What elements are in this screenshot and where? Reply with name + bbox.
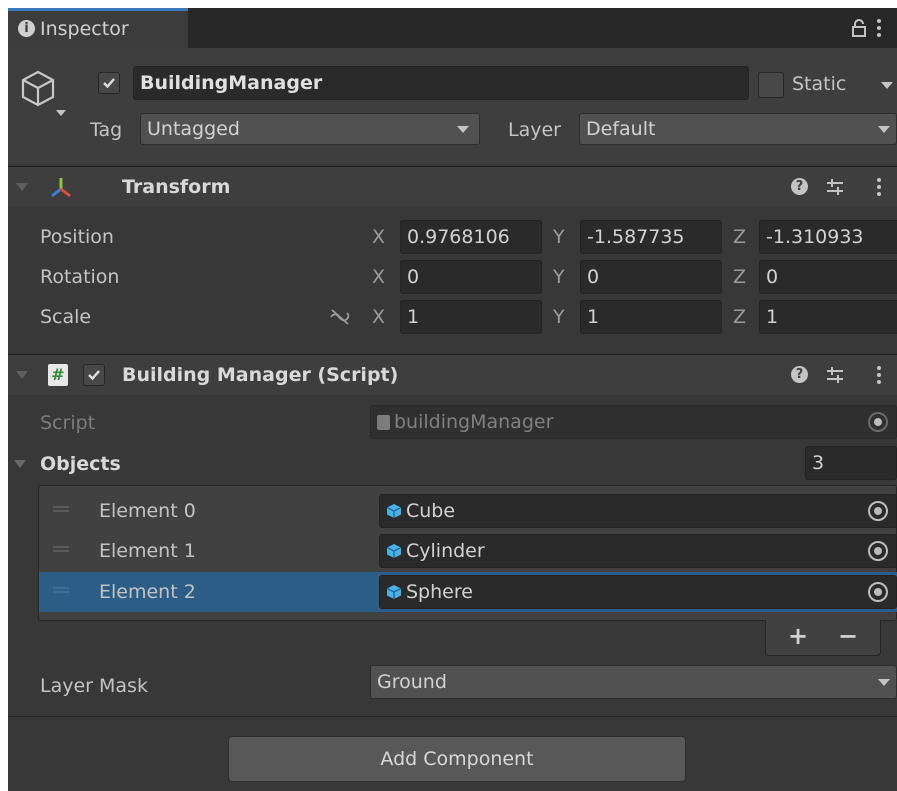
building-manager-header[interactable]: # Building Manager (Script) ? [8, 354, 897, 395]
static-label: Static [792, 73, 847, 95]
layer-mask-label: Layer Mask [40, 675, 148, 697]
transform-axes-icon [51, 178, 71, 198]
object-picker-icon[interactable] [868, 501, 888, 521]
scale-x-input[interactable]: 1 [400, 300, 542, 334]
presets-icon[interactable] [825, 177, 845, 197]
objects-label[interactable]: Objects [40, 452, 121, 476]
context-menu-icon[interactable] [876, 177, 882, 197]
scale-z-input[interactable]: 1 [759, 300, 897, 334]
tab-menu-icon[interactable] [876, 18, 882, 38]
position-x-input[interactable]: 0.9768106 [400, 220, 542, 254]
presets-icon[interactable] [825, 365, 845, 385]
element-object-field[interactable]: Sphere [379, 575, 897, 609]
tab-title: Inspector [40, 18, 129, 40]
cs-script-icon [377, 415, 390, 430]
prefab-cube-icon [386, 544, 402, 558]
objects-size-input[interactable]: 3 [805, 446, 897, 480]
drag-handle-icon[interactable] [53, 546, 69, 552]
add-element-button[interactable]: + [788, 622, 808, 650]
tag-dropdown[interactable]: Untagged [140, 113, 480, 145]
element-label: Element 1 [99, 540, 196, 562]
scale-z-label[interactable]: Z [733, 300, 746, 334]
rotation-z-label[interactable]: Z [733, 260, 746, 294]
static-checkbox[interactable] [758, 72, 784, 98]
position-x-label[interactable]: X [372, 220, 385, 254]
scale-y-label[interactable]: Y [553, 300, 565, 334]
script-value: buildingManager [394, 411, 554, 433]
element-label: Element 2 [99, 581, 196, 603]
chevron-down-icon [878, 126, 890, 133]
tag-label: Tag [90, 119, 123, 141]
list-item[interactable]: Element 1 Cylinder [39, 532, 897, 570]
gameobject-name-input[interactable]: BuildingManager [133, 66, 749, 100]
divider [8, 716, 897, 717]
layer-mask-dropdown[interactable]: Ground [370, 665, 897, 699]
transform-header[interactable]: Transform ? [8, 166, 897, 207]
inspector-window: i Inspector BuildingManager Static Tag U… [8, 8, 897, 791]
objects-foldout-arrow-icon[interactable] [14, 460, 26, 468]
lock-icon[interactable] [851, 18, 867, 38]
layer-value: Default [586, 118, 656, 140]
list-item[interactable]: Element 0 Cube [39, 492, 897, 530]
object-picker-icon[interactable] [868, 541, 888, 561]
info-icon: i [18, 20, 35, 37]
element-value: Cylinder [406, 540, 485, 562]
script-enabled-checkbox[interactable] [83, 364, 105, 386]
active-checkbox[interactable] [98, 72, 120, 94]
add-component-label: Add Component [380, 748, 534, 770]
static-dropdown-icon[interactable] [881, 82, 893, 89]
object-picker-icon [868, 412, 888, 432]
rotation-label: Rotation [40, 266, 120, 288]
script-field: buildingManager [370, 405, 897, 439]
add-component-button[interactable]: Add Component [228, 736, 686, 782]
list-footer: + − [765, 620, 881, 656]
gameobject-cube-icon[interactable] [18, 68, 58, 108]
context-menu-icon[interactable] [876, 365, 882, 385]
prefab-cube-icon [386, 585, 402, 599]
list-item-selected[interactable]: Element 2 Sphere [39, 572, 897, 612]
position-z-label[interactable]: Z [733, 220, 746, 254]
layer-label: Layer [508, 119, 561, 141]
element-label: Element 0 [99, 500, 196, 522]
constrain-proportions-icon[interactable] [328, 308, 352, 326]
rotation-y-input[interactable]: 0 [580, 260, 722, 294]
rotation-x-input[interactable]: 0 [400, 260, 542, 294]
layer-mask-value: Ground [377, 671, 447, 693]
scale-x-label[interactable]: X [372, 300, 385, 334]
foldout-arrow-icon[interactable] [16, 371, 28, 379]
gameobject-name: BuildingManager [140, 72, 323, 94]
position-z-input[interactable]: -1.310933 [759, 220, 897, 254]
element-value: Sphere [406, 581, 473, 603]
position-y-input[interactable]: -1.587735 [580, 220, 722, 254]
tab-inspector[interactable]: i Inspector [8, 8, 188, 48]
chevron-down-icon [457, 126, 469, 133]
chevron-down-icon [878, 679, 890, 686]
foldout-arrow-icon[interactable] [16, 183, 28, 191]
drag-handle-icon[interactable] [53, 587, 69, 593]
help-icon[interactable]: ? [791, 178, 808, 195]
building-manager-title: Building Manager (Script) [122, 364, 399, 386]
layer-dropdown[interactable]: Default [579, 113, 897, 145]
remove-element-button[interactable]: − [838, 622, 858, 650]
rotation-z-input[interactable]: 0 [759, 260, 897, 294]
drag-handle-icon[interactable] [53, 506, 69, 512]
position-y-label[interactable]: Y [553, 220, 565, 254]
scale-y-input[interactable]: 1 [580, 300, 722, 334]
transform-title: Transform [122, 176, 231, 198]
script-hash-icon: # [48, 364, 68, 386]
gameobject-icon-dropdown-icon[interactable] [56, 110, 66, 116]
prefab-cube-icon [386, 504, 402, 518]
tag-value: Untagged [147, 118, 240, 140]
object-picker-icon[interactable] [868, 582, 888, 602]
element-object-field[interactable]: Cube [379, 494, 897, 528]
rotation-x-label[interactable]: X [372, 260, 385, 294]
script-label: Script [40, 412, 96, 434]
rotation-y-label[interactable]: Y [553, 260, 565, 294]
element-object-field[interactable]: Cylinder [379, 534, 897, 568]
help-icon[interactable]: ? [791, 366, 808, 383]
element-value: Cube [406, 500, 456, 522]
scale-label: Scale [40, 306, 92, 328]
position-label: Position [40, 226, 114, 248]
